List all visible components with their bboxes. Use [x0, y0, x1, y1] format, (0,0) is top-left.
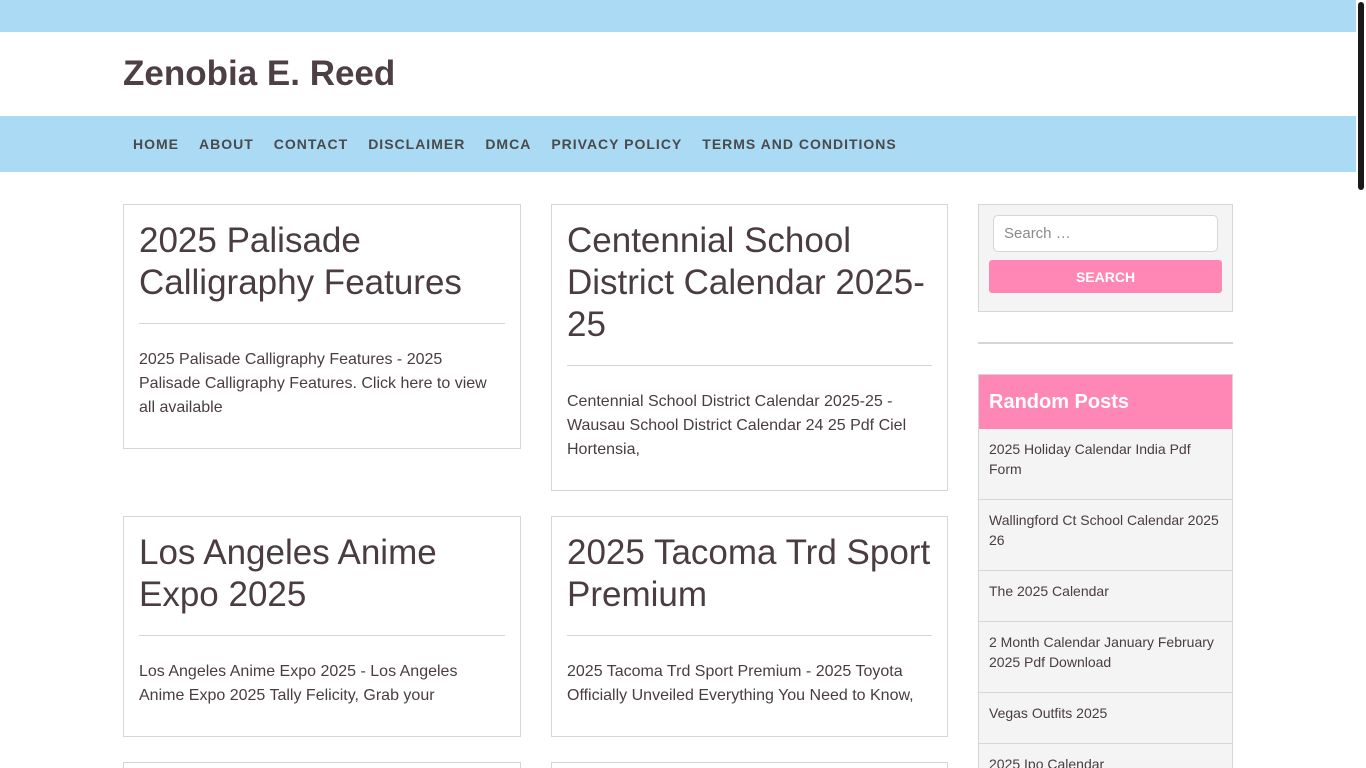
- main-navigation: HOME ABOUT CONTACT DISCLAIMER DMCA PRIVA…: [0, 116, 1356, 172]
- random-posts-heading: Random Posts: [979, 375, 1232, 429]
- site-title[interactable]: Zenobia E. Reed: [123, 54, 395, 94]
- search-button[interactable]: SEARCH: [989, 260, 1222, 293]
- post-excerpt: Centennial School District Calendar 2025…: [567, 393, 907, 458]
- random-post-link[interactable]: 2025 Holiday Calendar India Pdf Form: [979, 429, 1232, 500]
- post-card: 2025 Tacoma Trd Sport Premium 2025 Tacom…: [551, 516, 948, 737]
- post-card: Centennial School District Calendar 2025…: [551, 204, 948, 491]
- search-widget: SEARCH: [978, 204, 1233, 312]
- sidebar-divider: [978, 342, 1233, 344]
- post-card: [551, 762, 948, 768]
- site-header: Zenobia E. Reed: [0, 32, 1356, 116]
- post-title[interactable]: Los Angeles Anime Expo 2025: [139, 532, 505, 636]
- random-posts-widget: Random Posts 2025 Holiday Calendar India…: [978, 374, 1233, 768]
- nav-item-disclaimer[interactable]: DISCLAIMER: [358, 136, 475, 152]
- post-title[interactable]: 2025 Palisade Calligraphy Features: [139, 220, 505, 324]
- post-card: [123, 762, 521, 768]
- nav-item-privacy-policy[interactable]: PRIVACY POLICY: [541, 136, 692, 152]
- random-post-link[interactable]: 2 Month Calendar January February 2025 P…: [979, 622, 1232, 693]
- search-input[interactable]: [993, 215, 1218, 252]
- top-bar: [0, 0, 1356, 32]
- random-post-link[interactable]: Wallingford Ct School Calendar 2025 26: [979, 500, 1232, 571]
- post-excerpt: 2025 Tacoma Trd Sport Premium - 2025 Toy…: [567, 663, 914, 704]
- random-post-link[interactable]: 2025 Ipo Calendar: [979, 744, 1232, 768]
- nav-item-about[interactable]: ABOUT: [189, 136, 264, 152]
- nav-item-terms-and-conditions[interactable]: TERMS AND CONDITIONS: [692, 136, 906, 152]
- post-card: 2025 Palisade Calligraphy Features 2025 …: [123, 204, 521, 449]
- post-excerpt: 2025 Palisade Calligraphy Features - 202…: [139, 351, 487, 416]
- nav-item-contact[interactable]: CONTACT: [264, 136, 358, 152]
- post-excerpt: Los Angeles Anime Expo 2025 - Los Angele…: [139, 663, 458, 704]
- random-post-link[interactable]: The 2025 Calendar: [979, 571, 1232, 622]
- post-card: Los Angeles Anime Expo 2025 Los Angeles …: [123, 516, 521, 737]
- scrollbar-thumb[interactable]: [1358, 2, 1364, 190]
- random-post-link[interactable]: Vegas Outfits 2025: [979, 693, 1232, 744]
- nav-item-dmca[interactable]: DMCA: [475, 136, 541, 152]
- nav-item-home[interactable]: HOME: [123, 136, 189, 152]
- post-title[interactable]: 2025 Tacoma Trd Sport Premium: [567, 532, 932, 636]
- post-title[interactable]: Centennial School District Calendar 2025…: [567, 220, 932, 366]
